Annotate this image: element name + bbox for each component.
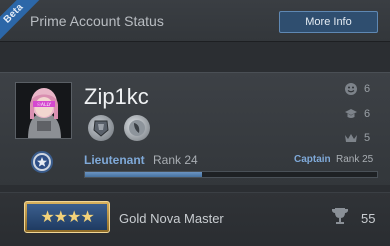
current-rank-name: Lieutenant (84, 153, 145, 167)
graduation-cap-icon (345, 109, 357, 118)
competitive-wins-count: 55 (361, 211, 376, 226)
commend-friendly-stat: 6 (344, 82, 370, 96)
crown-icon (345, 134, 357, 142)
next-rank-name: Captain (294, 154, 331, 165)
skill-group-name: Gold Nova Master (119, 211, 224, 226)
xp-progress-bar (84, 171, 378, 178)
more-info-button[interactable]: More Info (279, 11, 378, 33)
profile-panel: Beta Prime Account Status More Info ☉ALL… (0, 0, 390, 246)
skill-group-stars: ★★★★ (27, 204, 107, 230)
commend-leader-stat: 5 (344, 131, 370, 145)
prime-status-label: Prime Account Status (30, 13, 164, 29)
current-rank-level: Rank 24 (153, 153, 198, 167)
smiley-icon (345, 83, 357, 95)
prime-status-bar: Beta Prime Account Status More Info (0, 0, 390, 43)
commend-teacher-count: 6 (364, 108, 371, 120)
competitive-rank-bar: ★★★★ Gold Nova Master 55 (0, 192, 390, 246)
service-medal-icon[interactable] (88, 115, 114, 141)
avatar-image: ☉ALLY (16, 83, 71, 138)
avatar[interactable]: ☉ALLY (15, 82, 72, 139)
player-profile: ☉ALLY Zip1kc 6 6 5 Lieutenant Rank 24 Ca… (0, 72, 390, 185)
commend-leader-count: 5 (364, 132, 371, 144)
coin-medal-icon[interactable] (124, 115, 150, 141)
username[interactable]: Zip1kc (84, 84, 149, 110)
xp-progress-fill (85, 172, 202, 177)
next-rank-level: Rank 25 (336, 154, 374, 165)
rank-emblem-icon[interactable] (31, 151, 53, 173)
avatar-tag: ☉ALLY (37, 102, 52, 108)
commend-teacher-stat: 6 (344, 107, 370, 121)
trophy-icon (332, 208, 348, 224)
commend-friendly-count: 6 (364, 83, 371, 95)
skill-group-badge[interactable]: ★★★★ (24, 201, 110, 233)
